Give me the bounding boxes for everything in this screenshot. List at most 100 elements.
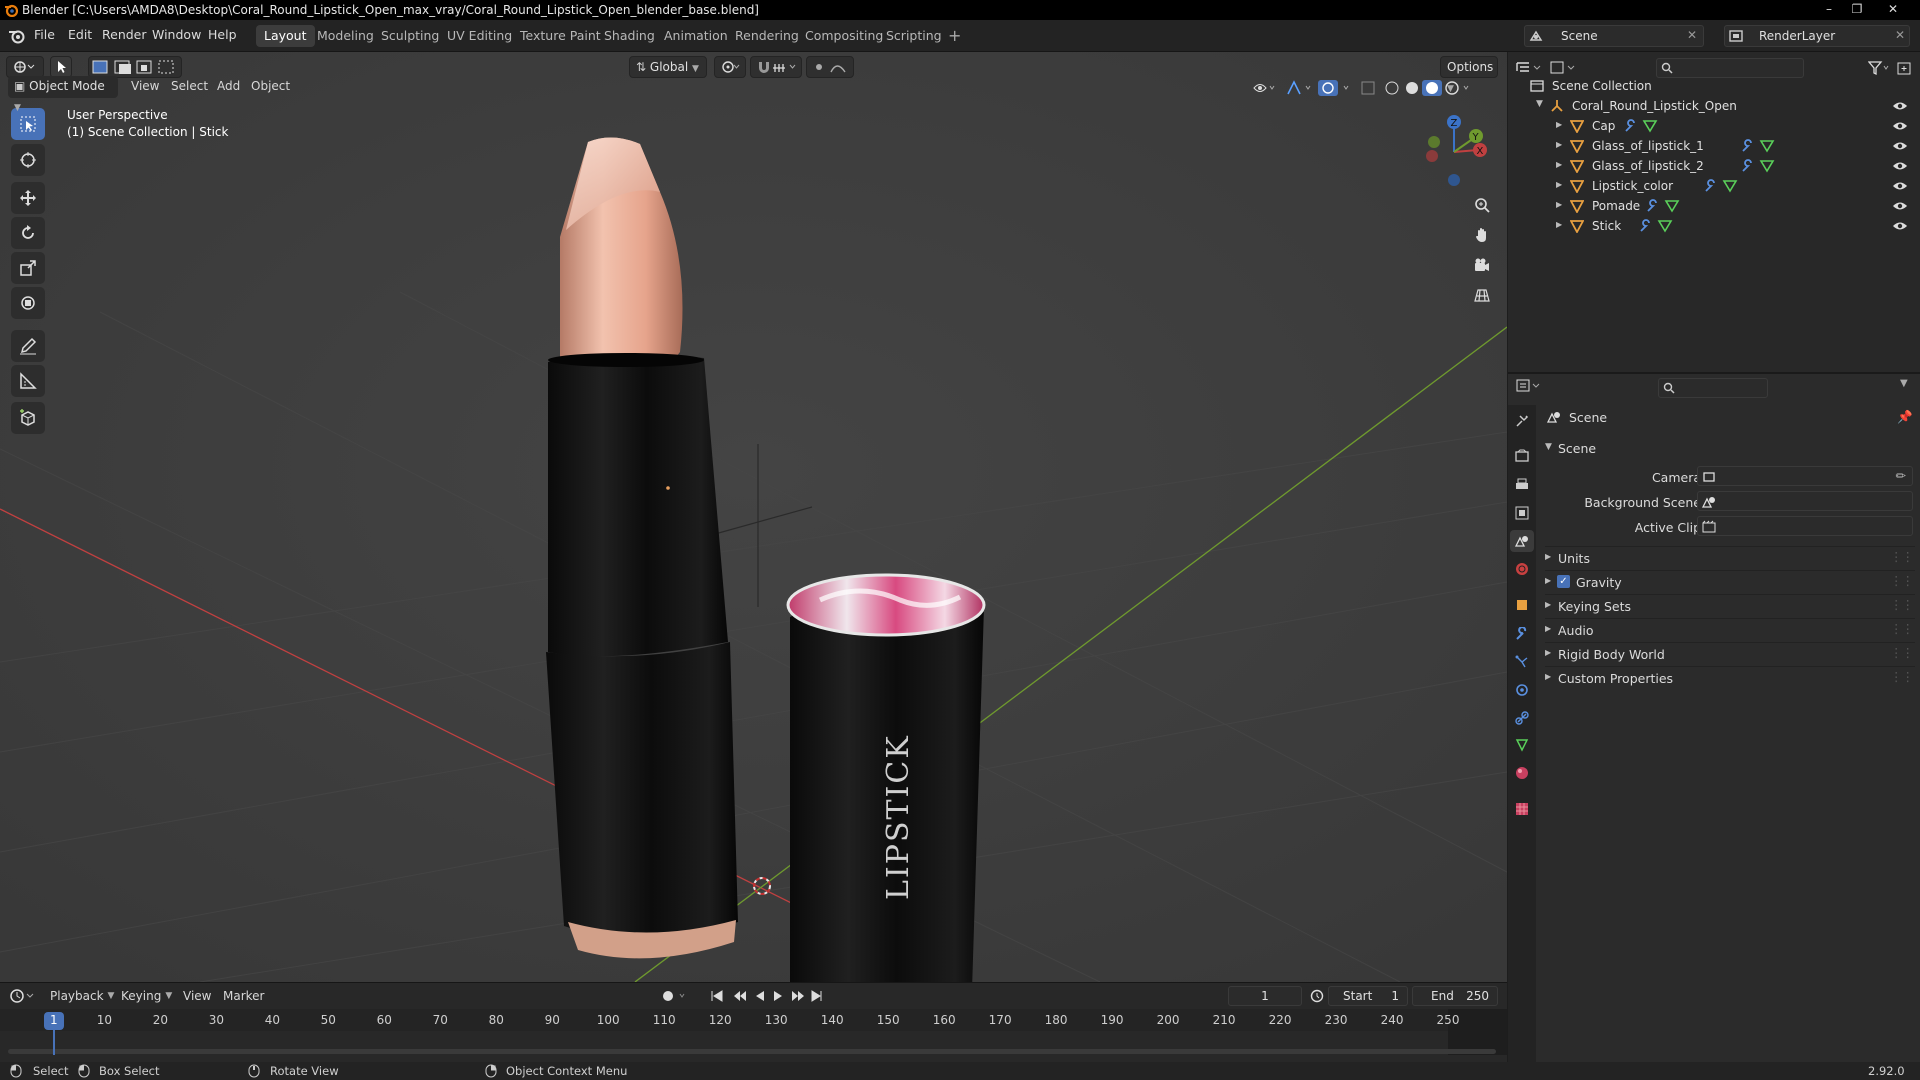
add-menu[interactable]: Add [217,79,240,93]
timeline-view-menu[interactable]: View [183,989,211,1003]
tab-particles[interactable] [1510,651,1534,673]
start-frame-field[interactable]: Start 1 [1328,986,1408,1006]
modifier-mesh-icons[interactable] [1704,179,1740,193]
add-cube-tool[interactable] [11,402,45,434]
tab-texture[interactable] [1510,798,1534,820]
drag-handle-icon[interactable]: ⋮⋮ [1890,549,1914,564]
rotate-tool[interactable] [11,217,45,249]
subpanel-custom-properties[interactable]: ▶ Custom Properties ⋮⋮ [1545,666,1915,688]
close-icon[interactable]: ✕ [1687,28,1697,42]
outliner-item-stick[interactable]: ▶ Stick [1508,216,1920,236]
object-menu[interactable]: Object [251,79,290,93]
properties-editor-type[interactable] [1516,378,1546,398]
tab-data[interactable] [1510,734,1534,756]
modifier-mesh-icons[interactable] [1741,139,1777,153]
gravity-checkbox[interactable]: ✓ [1557,575,1570,588]
outliner-item-glass-of-lipstick-1[interactable]: ▶ Glass_of_lipstick_1 [1508,136,1920,156]
camera-view-icon[interactable] [1469,252,1495,278]
chevron-right-icon[interactable]: ▶ [1556,200,1562,209]
eye-icon[interactable] [1892,220,1908,232]
tab-output[interactable] [1510,474,1534,496]
subpanel-gravity[interactable]: ▶ ✓ Gravity ⋮⋮ [1545,570,1915,592]
tab-world[interactable] [1510,558,1534,580]
chevron-right-icon[interactable]: ▶ [1556,140,1562,149]
tab-tool[interactable] [1510,410,1534,432]
tab-texture-paint[interactable]: Texture Paint [512,25,609,47]
properties-search-input[interactable] [1658,378,1768,398]
tab-sculpting[interactable]: Sculpting [373,25,447,47]
measure-tool[interactable] [11,365,45,397]
select-mode-button[interactable] [50,56,72,78]
annotate-tool[interactable] [11,330,45,362]
keying-menu[interactable]: Keying ▼ [121,989,172,1003]
clock-icon[interactable] [1310,989,1324,1003]
hand-pan-icon[interactable] [1469,222,1495,248]
chevron-right-icon[interactable]: ▶ [1556,160,1562,169]
menu-help[interactable]: Help [208,27,237,42]
pivot-point-dropdown[interactable] [714,56,746,78]
selection-mode-buttons[interactable] [88,56,182,78]
tab-animation[interactable]: Animation [656,25,736,47]
modifier-mesh-icons[interactable] [1741,159,1777,173]
viewport-shading-controls[interactable] [1252,79,1492,97]
scene-panel-header[interactable]: ▼ Scene [1545,437,1915,459]
navigation-gizmo[interactable]: Z X Y [1412,112,1492,202]
tab-material[interactable] [1510,762,1534,784]
proportional-editing-toggle[interactable] [806,56,854,78]
editor-type-button[interactable] [6,56,44,78]
modifier-mesh-icons[interactable] [1646,199,1682,213]
zoom-icon[interactable] [1469,192,1495,218]
tab-scripting[interactable]: Scripting [878,25,950,47]
render-layer-selector[interactable]: RenderLayer ✕ [1724,25,1910,47]
transform-orientation-dropdown[interactable]: ⇅ Global ▼ [629,56,707,78]
current-frame-field[interactable]: 1 [1228,986,1302,1006]
outliner-item-cap[interactable]: ▶ Cap [1508,116,1920,136]
cursor-tool[interactable] [11,144,45,176]
timeline-editor-type[interactable] [10,988,38,1004]
tab-constraints[interactable] [1510,707,1534,729]
transform-tool[interactable] [11,287,45,319]
grid-projection-icon[interactable] [1469,282,1495,308]
restore-window-button[interactable]: ❐ [1844,0,1870,18]
modifier-mesh-icons[interactable] [1624,119,1660,133]
subpanel-units[interactable]: ▶ Units ⋮⋮ [1545,546,1915,568]
eye-icon[interactable] [1892,120,1908,132]
chevron-right-icon[interactable]: ▶ [1556,120,1562,129]
drag-handle-icon[interactable]: ⋮⋮ [1890,621,1914,636]
scale-tool[interactable] [11,252,45,284]
outliner-editor-icon[interactable] [1516,60,1546,76]
timeline-scrollbar[interactable] [8,1049,1496,1054]
playback-menu[interactable]: Playback ▼ [50,989,114,1003]
eye-icon[interactable] [1892,180,1908,192]
eye-icon[interactable] [1892,200,1908,212]
drag-handle-icon[interactable]: ⋮⋮ [1890,669,1914,684]
outliner-collection-row[interactable]: ▼ Coral_Round_Lipstick_Open [1508,96,1920,116]
add-workspace-button[interactable]: + [940,25,969,47]
outliner-item-glass-of-lipstick-2[interactable]: ▶ Glass_of_lipstick_2 [1508,156,1920,176]
menu-edit[interactable]: Edit [68,27,92,42]
playback-controls[interactable] [660,988,824,1004]
menu-render[interactable]: Render [102,27,147,42]
minimize-window-button[interactable]: – [1816,0,1842,18]
outliner-search-input[interactable] [1656,58,1804,78]
eye-icon[interactable] [1892,100,1908,112]
menu-file[interactable]: File [34,27,55,42]
mode-dropdown[interactable]: ▣ Object Mode ▼ [8,76,118,113]
menu-window[interactable]: Window [152,27,201,42]
property-value-field[interactable] [1697,516,1913,536]
eye-icon[interactable] [1892,160,1908,172]
tab-uv-editing[interactable]: UV Editing [439,25,520,47]
tab-layout[interactable]: Layout [256,25,315,47]
marker-menu[interactable]: Marker [223,989,264,1003]
pin-icon[interactable]: 📌 [1897,409,1913,425]
chevron-down-icon[interactable]: ▼ [1900,378,1908,389]
eye-icon[interactable] [1892,140,1908,152]
subpanel-keying-sets[interactable]: ▶ Keying Sets ⋮⋮ [1545,594,1915,616]
view-menu[interactable]: View [131,79,159,93]
select-menu[interactable]: Select [171,79,208,93]
tab-physics[interactable] [1510,679,1534,701]
modifier-mesh-icons[interactable] [1639,219,1675,233]
tab-modeling[interactable]: Modeling [309,25,382,47]
property-value-field[interactable]: ✏ [1697,466,1913,486]
close-window-button[interactable]: ✕ [1880,0,1906,18]
